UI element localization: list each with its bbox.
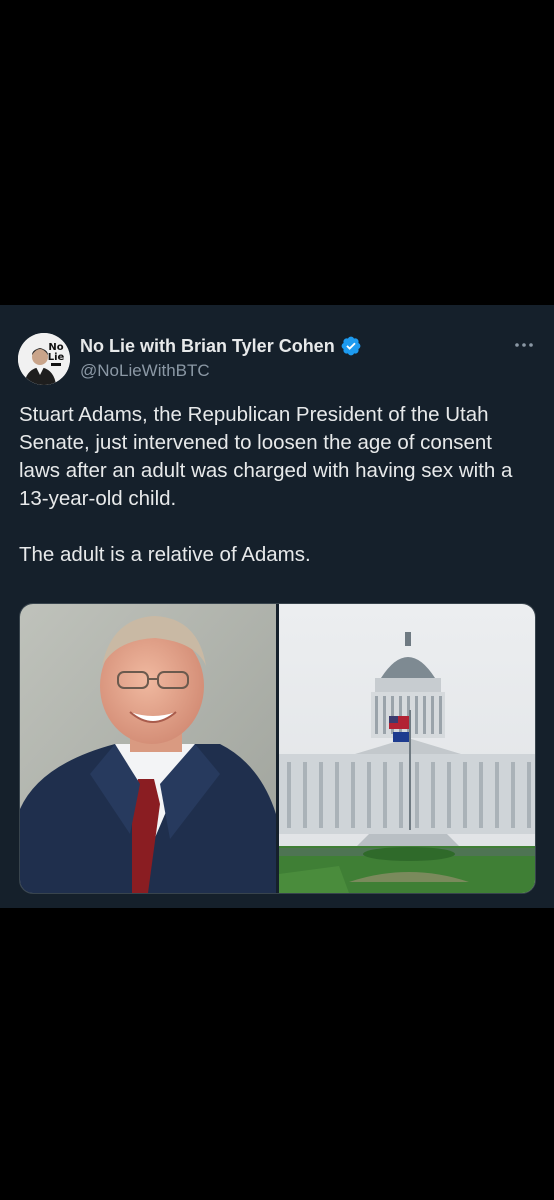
author-name-text[interactable]: No Lie with Brian Tyler Cohen: [80, 335, 335, 357]
tweet-paragraph: The adult is a relative of Adams.: [19, 543, 311, 566]
author-handle[interactable]: @NoLieWithBTC: [80, 361, 210, 381]
capitol-building-photo[interactable]: [279, 604, 535, 893]
tweet-paragraph: Stuart Adams, the Republican President o…: [19, 403, 513, 510]
portrait-photo[interactable]: [20, 604, 276, 893]
author-name[interactable]: No Lie with Brian Tyler Cohen: [80, 335, 362, 357]
more-options-button[interactable]: [512, 337, 536, 353]
tweet-card[interactable]: No Lie No Lie with Brian Tyler Cohen @No…: [0, 305, 554, 908]
media-grid: [19, 603, 536, 894]
avatar-image: No Lie: [18, 333, 70, 385]
svg-text:Lie: Lie: [48, 352, 65, 363]
tweet-text: Stuart Adams, the Republican President o…: [19, 401, 529, 569]
avatar[interactable]: No Lie: [18, 333, 70, 385]
more-dots-icon: [515, 343, 533, 347]
verified-badge-icon: [341, 336, 361, 356]
